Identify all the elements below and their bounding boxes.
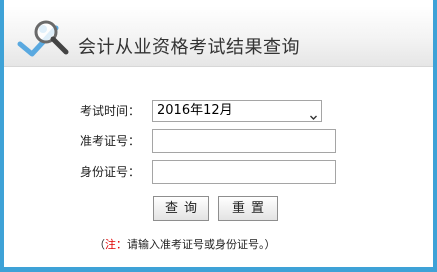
exam-time-selected-value: 2016年12月	[157, 103, 233, 118]
page-title: 会计从业资格考试结果查询	[78, 37, 300, 58]
id-no-input[interactable]	[152, 160, 336, 184]
query-button[interactable]: 查询	[153, 196, 209, 221]
reset-button[interactable]: 重置	[218, 196, 278, 221]
hint-note: （注：请输入准考证号或身份证号。）	[94, 236, 276, 252]
exam-time-row: 考试时间： 2016年12月	[0, 100, 437, 124]
note-text: 请输入准考证号或身份证号。）	[127, 238, 276, 251]
chevron-down-icon	[310, 108, 317, 120]
exam-time-label: 考试时间：	[79, 104, 140, 118]
magnifier-check-icon	[16, 14, 76, 62]
note-prefix: 注：	[105, 238, 127, 251]
admission-no-row: 准考证号：	[0, 129, 437, 153]
exam-time-select[interactable]: 2016年12月	[152, 100, 322, 122]
admission-no-input[interactable]	[152, 129, 336, 153]
header-bar: 会计从业资格考试结果查询	[4, 6, 433, 67]
note-open-paren: （	[94, 238, 105, 251]
id-no-label: 身份证号：	[79, 165, 140, 179]
id-no-row: 身份证号：	[0, 160, 437, 184]
admission-no-label: 准考证号：	[79, 134, 140, 148]
